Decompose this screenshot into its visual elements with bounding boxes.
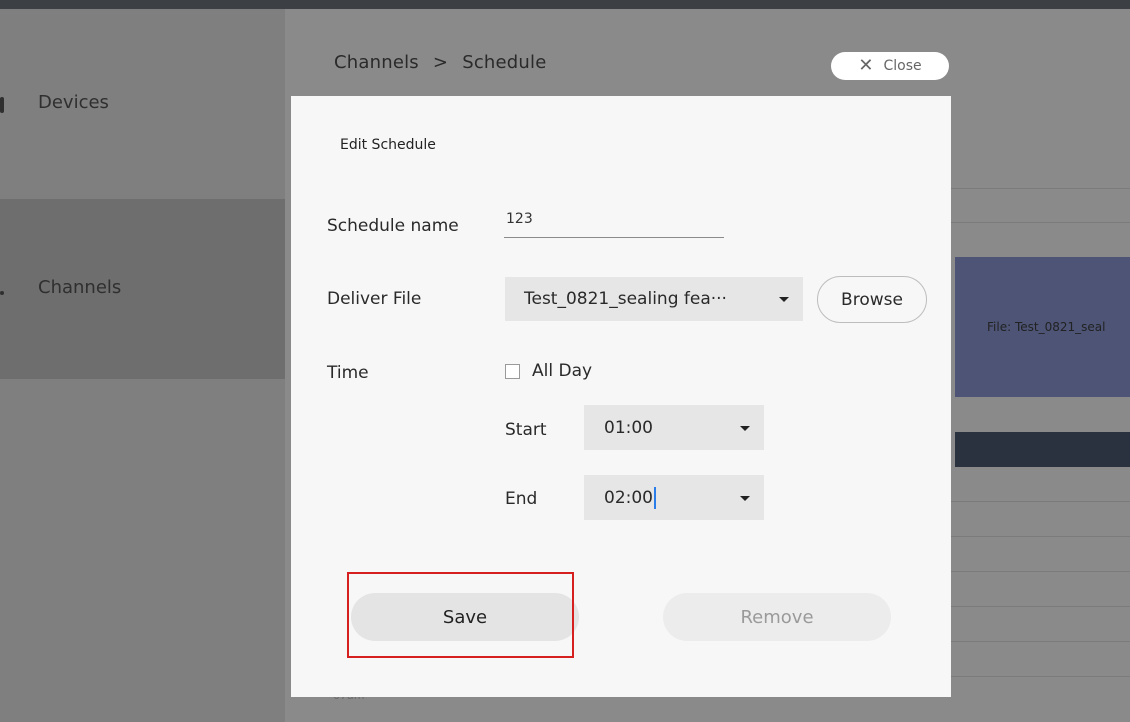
start-time-select[interactable]: 01:00 [584, 405, 764, 450]
start-label: Start [505, 420, 547, 440]
schedule-name-input[interactable] [504, 206, 724, 238]
save-button-highlight [347, 572, 574, 658]
end-time-select[interactable]: 02:00 [584, 475, 764, 520]
breadcrumb-channels[interactable]: Channels [334, 52, 419, 73]
deliver-file-label: Deliver File [327, 289, 422, 309]
schedule-event-bar[interactable] [955, 432, 1130, 467]
start-time-value: 01:00 [604, 417, 653, 438]
sidebar-item-label: Channels [38, 277, 122, 298]
all-day-checkbox[interactable] [505, 364, 520, 379]
schedule-name-label: Schedule name [327, 216, 459, 236]
sidebar: Devices Channels [0, 9, 285, 722]
deliver-file-select[interactable]: Test_0821_sealing fea··· [505, 277, 803, 321]
remove-button[interactable]: Remove [663, 593, 891, 641]
dialog-title: Edit Schedule [340, 137, 436, 153]
window-top-bar [0, 0, 1130, 9]
sidebar-item-channels[interactable]: Channels [0, 199, 285, 379]
breadcrumb-schedule: Schedule [462, 52, 547, 73]
schedule-event-card[interactable]: File: Test_0821_seal [955, 257, 1130, 397]
sidebar-item-marker [0, 97, 4, 113]
chevron-down-icon [779, 297, 789, 302]
all-day-label: All Day [532, 361, 593, 381]
chevron-down-icon [740, 495, 750, 501]
breadcrumb-separator: > [432, 52, 449, 73]
chevron-down-icon [740, 425, 750, 431]
sidebar-item-label: Devices [38, 92, 109, 113]
close-icon: ✕ [858, 55, 874, 76]
sidebar-item-marker [0, 291, 4, 295]
event-card-text: File: Test_0821_seal [987, 320, 1106, 334]
end-label: End [505, 489, 538, 509]
sidebar-item-devices[interactable]: Devices [0, 89, 285, 119]
end-time-value: 02:00 [604, 487, 653, 508]
close-label: Close [883, 58, 922, 74]
breadcrumb: Channels > Schedule [334, 52, 547, 73]
deliver-file-value: Test_0821_sealing fea··· [524, 289, 727, 309]
browse-button[interactable]: Browse [817, 276, 927, 323]
close-button[interactable]: ✕ Close [831, 52, 949, 80]
text-cursor [654, 486, 656, 509]
time-label: Time [327, 363, 369, 383]
